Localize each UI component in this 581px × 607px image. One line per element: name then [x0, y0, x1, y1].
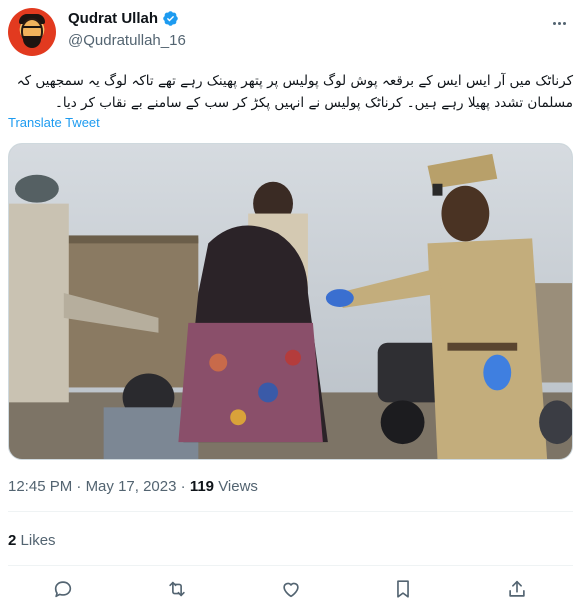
meta-separator: ·	[76, 478, 82, 495]
tweet-meta: 12:45 PM · May 17, 2023 · 119 Views	[8, 478, 258, 495]
meta-separator: ·	[180, 478, 186, 495]
reply-icon	[54, 581, 72, 598]
tweet-actions	[8, 574, 573, 604]
translate-tweet-link[interactable]: Translate Tweet	[8, 115, 100, 130]
retweet-icon	[169, 581, 185, 597]
tweet-header: Qudrat Ullah @Qudratullah_16	[8, 6, 573, 60]
like-button[interactable]	[278, 576, 304, 602]
bookmark-icon	[397, 580, 409, 598]
verified-badge-icon	[163, 11, 178, 26]
more-options-icon[interactable]	[547, 14, 571, 32]
video-frame-image	[9, 144, 572, 459]
author-name[interactable]: Qudrat Ullah	[68, 10, 158, 27]
tweet-date[interactable]: May 17, 2023	[86, 478, 177, 495]
like-icon	[283, 582, 299, 598]
avatar[interactable]	[8, 8, 56, 56]
tweet-time[interactable]: 12:45 PM	[8, 478, 72, 495]
author-name-row[interactable]: Qudrat Ullah	[68, 10, 179, 27]
likes-summary[interactable]: 2 Likes	[8, 532, 56, 549]
views-count: 119	[189, 478, 215, 495]
likes-count: 2	[8, 532, 17, 549]
divider	[8, 565, 573, 566]
retweet-button[interactable]	[164, 576, 190, 602]
author-handle[interactable]: @Qudratullah_16	[68, 32, 186, 49]
views-label: Views	[218, 478, 258, 495]
tweet-text: کرناٹک میں آر ایس ایس کے برقعہ پوش لوگ پ…	[16, 73, 573, 111]
tweet-media[interactable]	[8, 143, 573, 460]
bookmark-button[interactable]	[390, 576, 416, 602]
divider	[8, 511, 573, 512]
likes-label: Likes	[20, 532, 56, 549]
reply-button[interactable]	[50, 576, 76, 602]
share-button[interactable]	[504, 576, 530, 602]
share-icon	[509, 580, 525, 597]
